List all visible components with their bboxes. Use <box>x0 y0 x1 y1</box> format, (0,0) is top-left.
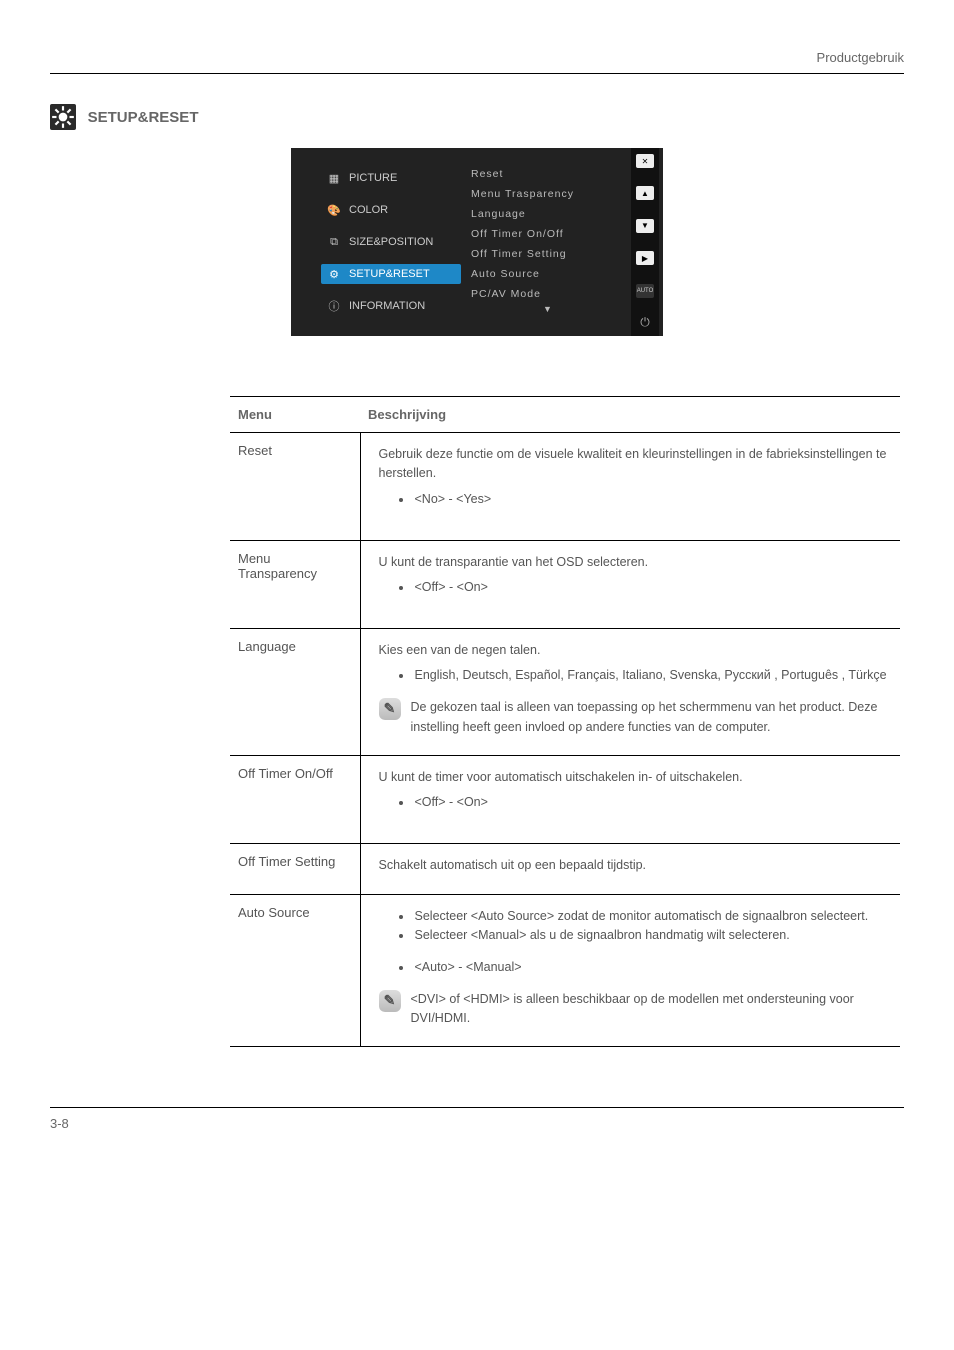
desc-text: Selecteer <Auto Source> zodat de monitor… <box>413 907 889 926</box>
desc-text: Selecteer <Manual> als u de signaalbron … <box>413 926 889 945</box>
desc-cell: Schakelt automatisch uit op een bepaald … <box>360 844 900 894</box>
menu-cell: Reset <box>230 433 360 541</box>
desc-text: U kunt de transparantie van het OSD sele… <box>379 553 889 572</box>
option-item: <No> - <Yes> <box>413 490 889 509</box>
osd-item-picture[interactable]: ▦ PICTURE <box>321 168 461 188</box>
osd-sub-item[interactable]: Reset <box>471 168 625 180</box>
options-list: <Off> - <On> <box>379 793 889 812</box>
desc-text: Gebruik deze functie om de visuele kwali… <box>379 445 889 484</box>
osd-sub-item[interactable]: PC/AV Mode <box>471 288 625 300</box>
header-title: Productgebruik <box>817 50 904 65</box>
note-icon: ✎ <box>379 990 401 1012</box>
osd-panel: ▦ PICTURE 🎨 COLOR ⧉ SIZE&POSITION ⚙ SETU… <box>291 148 663 336</box>
settings-table: Menu Beschrijving Reset Gebruik deze fun… <box>230 396 900 1047</box>
power-icon[interactable]: ⏻ <box>636 316 654 330</box>
menu-cell: Language <box>230 628 360 755</box>
up-icon[interactable]: ▲ <box>636 186 654 200</box>
setup-icon: ⚙ <box>327 267 341 281</box>
picture-icon: ▦ <box>327 171 341 185</box>
option-item: <Off> - <On> <box>413 793 889 812</box>
osd-sub-item[interactable]: Off Timer Setting <box>471 248 625 260</box>
info-icon: ⓘ <box>327 299 341 313</box>
options-list: <Off> - <On> <box>379 578 889 597</box>
osd-item-color[interactable]: 🎨 COLOR <box>321 200 461 220</box>
page-number: 3-8 <box>50 1116 69 1131</box>
osd-screenshot: ▦ PICTURE 🎨 COLOR ⧉ SIZE&POSITION ⚙ SETU… <box>50 148 904 336</box>
page-footer: 3-8 <box>50 1107 904 1131</box>
desc-text: Kies een van de negen talen. <box>379 641 889 660</box>
desc-text: U kunt de timer voor automatisch uitscha… <box>379 768 889 787</box>
osd-item-size[interactable]: ⧉ SIZE&POSITION <box>321 232 461 252</box>
osd-sub-item[interactable]: Off Timer On/Off <box>471 228 625 240</box>
osd-item-label: COLOR <box>349 204 388 216</box>
menu-cell: Auto Source <box>230 894 360 1047</box>
option-item: <Off> - <On> <box>413 578 889 597</box>
table-row: Off Timer On/Off U kunt de timer voor au… <box>230 755 900 843</box>
note-text: <DVI> of <HDMI> is alleen beschikbaar op… <box>411 990 889 1029</box>
auto-button[interactable]: AUTO <box>636 284 654 298</box>
osd-sub-item[interactable]: Auto Source <box>471 268 625 280</box>
menu-cell: Menu Transparency <box>230 540 360 628</box>
gear-icon <box>50 104 76 130</box>
note: ✎ De gekozen taal is alleen van toepassi… <box>379 698 889 737</box>
options-list: <Auto> - <Manual> <box>379 958 889 977</box>
page-header: Productgebruik <box>50 50 904 74</box>
desc-list: Selecteer <Auto Source> zodat de monitor… <box>379 907 889 946</box>
header-desc: Beschrijving <box>360 397 900 433</box>
table-row: Reset Gebruik deze functie om de visuele… <box>230 433 900 541</box>
desc-cell: Selecteer <Auto Source> zodat de monitor… <box>360 894 900 1047</box>
osd-right-submenu: Reset Menu Trasparency Language Off Time… <box>461 148 631 336</box>
osd-item-information[interactable]: ⓘ INFORMATION <box>321 296 461 316</box>
note-icon: ✎ <box>379 698 401 720</box>
chevron-down-icon: ▼ <box>471 304 625 314</box>
osd-left-menu: ▦ PICTURE 🎨 COLOR ⧉ SIZE&POSITION ⚙ SETU… <box>291 148 461 336</box>
options-list: English, Deutsch, Español, Français, Ita… <box>379 666 889 685</box>
desc-text: Schakelt automatisch uit op een bepaald … <box>379 856 889 875</box>
osd-item-setup[interactable]: ⚙ SETUP&RESET <box>321 264 461 284</box>
option-item: English, Deutsch, Español, Français, Ita… <box>413 666 889 685</box>
options-list: <No> - <Yes> <box>379 490 889 509</box>
desc-cell: U kunt de timer voor automatisch uitscha… <box>360 755 900 843</box>
osd-item-label: SIZE&POSITION <box>349 236 433 248</box>
close-icon[interactable]: ✕ <box>636 154 654 168</box>
option-item: <Auto> - <Manual> <box>413 958 889 977</box>
desc-cell: U kunt de transparantie van het OSD sele… <box>360 540 900 628</box>
table-row: Off Timer Setting Schakelt automatisch u… <box>230 844 900 894</box>
header-menu: Menu <box>230 397 360 433</box>
size-icon: ⧉ <box>327 235 341 249</box>
right-icon[interactable]: ▶ <box>636 251 654 265</box>
table-row: Menu Transparency U kunt de transparanti… <box>230 540 900 628</box>
section-title: SETUP&RESET <box>88 109 199 126</box>
osd-side-buttons: ✕ ▲ ▼ ▶ AUTO ⏻ <box>631 148 659 336</box>
table-row: Language Kies een van de negen talen. En… <box>230 628 900 755</box>
section-heading-row: SETUP&RESET <box>50 104 904 130</box>
desc-cell: Kies een van de negen talen. English, De… <box>360 628 900 755</box>
table-header-row: Menu Beschrijving <box>230 397 900 433</box>
menu-cell: Off Timer On/Off <box>230 755 360 843</box>
osd-item-label: SETUP&RESET <box>349 268 430 280</box>
osd-sub-item[interactable]: Menu Trasparency <box>471 188 625 200</box>
note-text: De gekozen taal is alleen van toepassing… <box>411 698 889 737</box>
down-icon[interactable]: ▼ <box>636 219 654 233</box>
menu-cell: Off Timer Setting <box>230 844 360 894</box>
table-row: Auto Source Selecteer <Auto Source> zoda… <box>230 894 900 1047</box>
osd-sub-item[interactable]: Language <box>471 208 625 220</box>
osd-item-label: INFORMATION <box>349 300 425 312</box>
osd-item-label: PICTURE <box>349 172 397 184</box>
color-icon: 🎨 <box>327 203 341 217</box>
note: ✎ <DVI> of <HDMI> is alleen beschikbaar … <box>379 990 889 1029</box>
desc-cell: Gebruik deze functie om de visuele kwali… <box>360 433 900 541</box>
